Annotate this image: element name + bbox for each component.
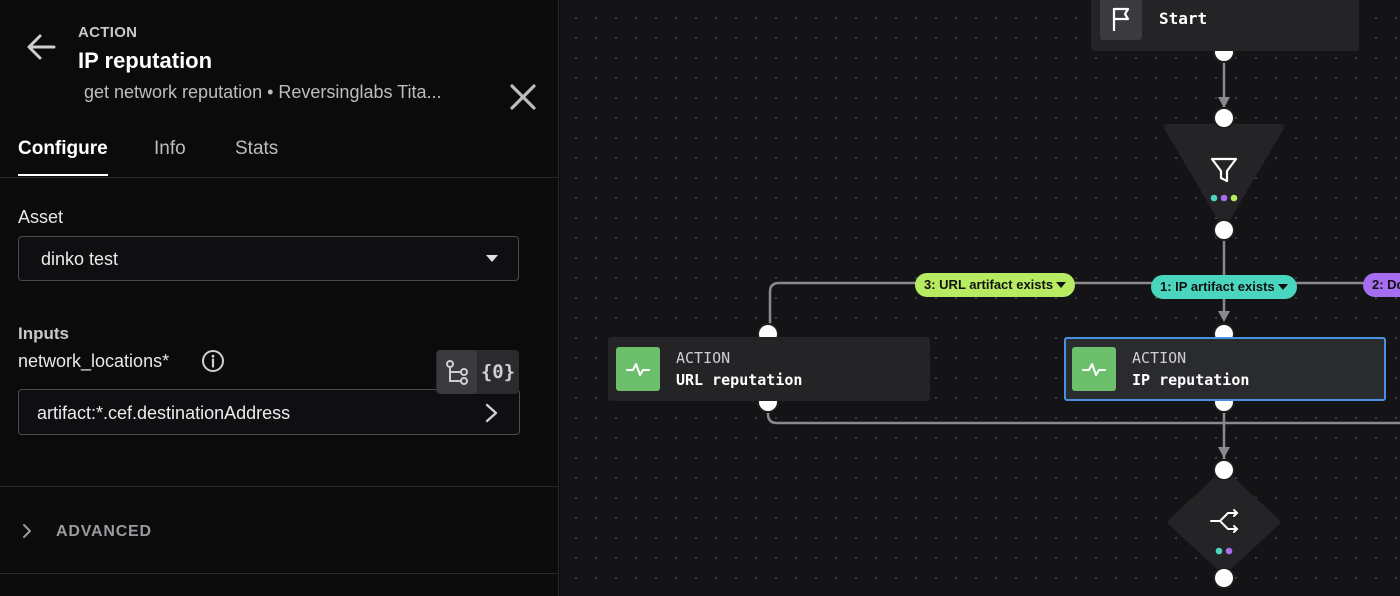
advanced-label: ADVANCED <box>56 523 152 540</box>
block-title: IP reputation <box>78 48 213 73</box>
block-type-label: ACTION <box>78 24 138 41</box>
playbook-canvas[interactable]: Start 3: URL artifact exists 1: IP artif… <box>560 0 1400 596</box>
node-name-label: IP reputation <box>1132 371 1250 389</box>
network-locations-value: artifact:*.cef.destinationAddress <box>37 403 291 423</box>
connection-ports <box>757 41 1235 589</box>
value-picker-toolbar: {0} <box>436 350 519 394</box>
action-node-ip-reputation[interactable]: ACTION IP reputation <box>1064 337 1386 401</box>
branch-label-url-artifact[interactable]: 3: URL artifact exists <box>915 273 1076 297</box>
node-type-label: ACTION <box>676 349 731 367</box>
tree-branch-icon <box>446 360 468 385</box>
join-block[interactable] <box>1168 470 1280 574</box>
close-icon <box>510 84 536 110</box>
chevron-right-icon <box>23 524 31 538</box>
pulse-icon <box>626 363 650 376</box>
network-locations-input[interactable]: artifact:*.cef.destinationAddress <box>18 389 520 435</box>
action-icon-tile <box>616 347 660 391</box>
info-circle-icon <box>202 350 224 372</box>
datapath-picker-button[interactable] <box>437 350 477 394</box>
playbook-editor-panel: ACTION IP reputation get network reputat… <box>0 0 559 596</box>
section-divider <box>0 486 558 487</box>
panel-tabs: Configure Info Stats <box>0 128 558 178</box>
section-divider <box>0 573 558 574</box>
info-icon[interactable] <box>201 349 225 373</box>
start-block[interactable]: Start <box>1091 0 1359 51</box>
branch-label-ip-artifact[interactable]: 1: IP artifact exists <box>1151 275 1297 299</box>
advanced-toggle[interactable]: ADVANCED <box>18 516 218 546</box>
tab-configure[interactable]: Configure <box>18 138 108 176</box>
arrow-left-icon <box>27 34 56 60</box>
close-button[interactable] <box>508 82 538 112</box>
node-name-label: URL reputation <box>676 371 803 389</box>
network-locations-label: network_locations* <box>18 351 170 371</box>
flag-button <box>1100 0 1142 40</box>
filter-block[interactable] <box>1164 124 1284 223</box>
asset-label: Asset <box>18 207 64 227</box>
block-subtitle: get network reputation • Reversinglabs T… <box>84 82 442 102</box>
back-button[interactable] <box>24 30 58 64</box>
custom-value-button[interactable]: {0} <box>478 350 518 394</box>
tab-info[interactable]: Info <box>154 138 186 174</box>
node-type-label: ACTION <box>1132 349 1187 367</box>
inputs-section-label: Inputs <box>18 324 69 343</box>
caret-down-icon <box>486 255 498 262</box>
action-node-url-reputation[interactable]: ACTION URL reputation <box>608 337 930 401</box>
asset-select-value: dinko test <box>41 249 119 269</box>
tab-stats[interactable]: Stats <box>235 138 278 174</box>
pulse-icon <box>1082 363 1106 376</box>
branch-label-third[interactable]: 2: Do <box>1363 273 1400 297</box>
start-label: Start <box>1159 9 1208 28</box>
flag-icon <box>1112 7 1130 31</box>
asset-select[interactable]: dinko test <box>18 236 519 281</box>
action-icon-tile <box>1072 347 1116 391</box>
chevron-right-icon[interactable] <box>481 402 501 424</box>
